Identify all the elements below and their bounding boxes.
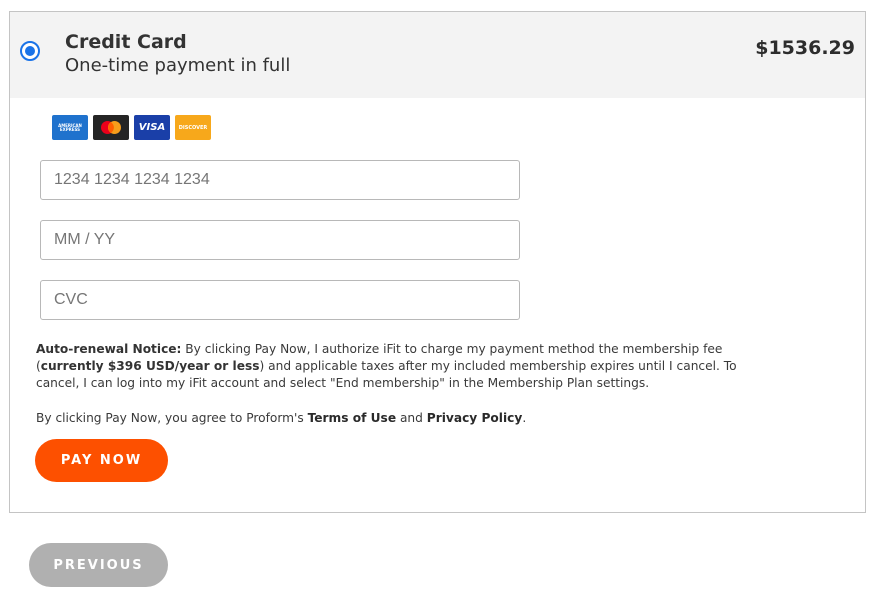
terms-of-use-link[interactable]: Terms of Use	[308, 411, 397, 425]
payment-method-title: Credit Card	[65, 31, 187, 53]
payment-method-subtitle: One-time payment in full	[65, 55, 291, 76]
card-brand-logos: AMERICAN EXPRESS VISA DISCOVER	[52, 115, 211, 140]
payment-option-header[interactable]: Credit Card One-time payment in full $15…	[10, 12, 865, 98]
agreement-suffix: .	[522, 411, 527, 425]
card-number-input[interactable]	[40, 160, 520, 200]
mastercard-icon	[93, 115, 129, 140]
credit-card-panel: Credit Card One-time payment in full $15…	[9, 11, 866, 513]
notice-fee: currently $396 USD/year or less	[40, 359, 260, 373]
agreement-prefix: By clicking Pay Now, you agree to Profor…	[36, 411, 308, 425]
agreement-and: and	[396, 411, 427, 425]
cvc-input[interactable]	[40, 280, 520, 320]
previous-button[interactable]: PREVIOUS	[29, 543, 168, 587]
notice-label: Auto-renewal Notice:	[36, 342, 182, 356]
pay-now-button[interactable]: PAY NOW	[35, 439, 168, 482]
credit-card-radio[interactable]	[20, 41, 40, 61]
total-price: $1536.29	[755, 37, 855, 59]
expiry-date-input[interactable]	[40, 220, 520, 260]
visa-icon: VISA	[134, 115, 170, 140]
auto-renewal-notice: Auto-renewal Notice: By clicking Pay Now…	[36, 341, 756, 392]
privacy-policy-link[interactable]: Privacy Policy	[427, 411, 523, 425]
discover-icon: DISCOVER	[175, 115, 211, 140]
terms-agreement: By clicking Pay Now, you agree to Profor…	[36, 411, 526, 425]
amex-icon: AMERICAN EXPRESS	[52, 115, 88, 140]
